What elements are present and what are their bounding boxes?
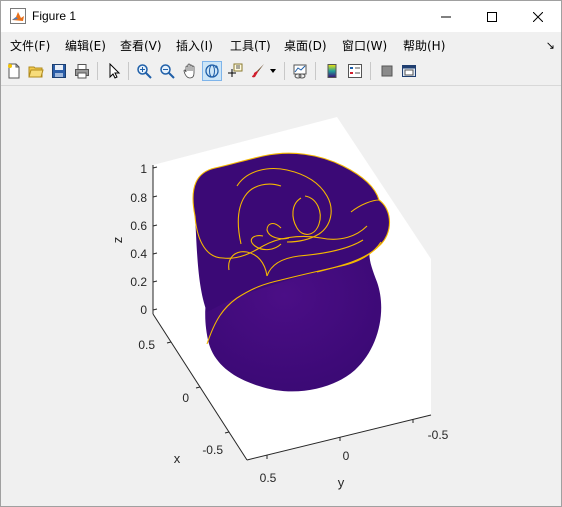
menu-file[interactable]: 文件(F)	[10, 37, 50, 54]
hide-plot-tools-icon	[381, 65, 393, 77]
y-tick-label: 0	[343, 449, 350, 463]
edit-plot-icon	[109, 63, 121, 79]
pan-button[interactable]	[180, 61, 200, 81]
figure-canvas[interactable]: 1 0.8 0.6 0.4 0.2 0 z 0.5 0 -0.5 x 0.5 0…	[1, 86, 561, 506]
menu-help[interactable]: 帮助(H)	[403, 37, 445, 54]
title-bar: Figure 1	[1, 1, 561, 32]
data-cursor-button[interactable]	[225, 61, 245, 81]
x-tick-label: 0	[182, 391, 189, 405]
insert-legend-icon	[348, 64, 362, 78]
toolbar-separator	[284, 62, 285, 80]
new-figure-button[interactable]	[4, 61, 24, 81]
menu-bar: 文件(F) 编辑(E) 查看(V) 插入(I) 工具(T) 桌面(D) 窗口(W…	[1, 32, 561, 58]
z-tick-label: 0.4	[130, 247, 147, 261]
open-file-icon	[28, 66, 44, 78]
new-figure-icon	[8, 63, 20, 79]
insert-colorbar-icon	[327, 64, 337, 78]
show-plot-tools-icon	[402, 65, 416, 77]
menu-view[interactable]: 查看(V)	[120, 37, 162, 54]
y-axis-label: y	[338, 475, 345, 490]
brush-icon	[252, 64, 264, 78]
print-button[interactable]	[72, 61, 92, 81]
axes-3d[interactable]: 1 0.8 0.6 0.4 0.2 0 z 0.5 0 -0.5 x 0.5 0…	[1, 86, 561, 506]
toolbar-separator	[97, 62, 98, 80]
menu-edit[interactable]: 编辑(E)	[65, 37, 106, 54]
pan-icon	[183, 63, 195, 79]
chevron-down-icon	[270, 69, 276, 73]
save-icon	[52, 64, 66, 78]
data-cursor-icon	[228, 63, 243, 77]
close-icon	[533, 11, 543, 22]
link-plot-icon	[293, 64, 307, 79]
link-plot-button[interactable]	[290, 61, 310, 81]
maximize-button[interactable]	[469, 1, 515, 32]
x-axis-label: x	[174, 451, 181, 466]
minimize-button[interactable]	[423, 1, 469, 32]
print-icon	[75, 64, 89, 79]
z-tick-label: 0	[140, 303, 147, 317]
edit-plot-button[interactable]	[104, 61, 124, 81]
y-tick-label: -0.5	[428, 428, 449, 442]
menu-tools[interactable]: 工具(T)	[230, 37, 271, 54]
z-tick-label: 1	[140, 162, 147, 176]
brush-button[interactable]	[248, 61, 268, 81]
insert-colorbar-button[interactable]	[322, 61, 342, 81]
hide-plot-tools-button[interactable]	[377, 61, 397, 81]
maximize-icon	[487, 11, 497, 22]
minimize-icon	[441, 16, 451, 17]
z-tick-label: 0.2	[130, 275, 147, 289]
save-button[interactable]	[49, 61, 69, 81]
menu-desktop[interactable]: 桌面(D)	[284, 37, 327, 54]
zoom-in-button[interactable]	[134, 61, 154, 81]
close-button[interactable]	[515, 1, 561, 32]
z-tick-label: 0.6	[130, 219, 147, 233]
zoom-in-icon	[137, 64, 152, 79]
open-file-button[interactable]	[26, 61, 46, 81]
y-tick-label: 0.5	[260, 471, 277, 485]
menu-insert[interactable]: 插入(I)	[176, 37, 213, 54]
window-title: Figure 1	[32, 9, 77, 23]
toolbar-separator	[315, 62, 316, 80]
figure-toolbar	[1, 58, 561, 86]
x-tick-label: 0.5	[138, 338, 155, 352]
matlab-logo-icon	[10, 8, 26, 24]
figure-window: Figure 1 文件(F) 编辑(E) 查看(V) 插入(I) 工具(T) 桌…	[0, 0, 562, 507]
toolbar-separator	[128, 62, 129, 80]
zoom-out-button[interactable]	[157, 61, 177, 81]
undock-icon[interactable]: ↘	[546, 39, 555, 52]
toolbar-separator	[370, 62, 371, 80]
zoom-out-icon	[160, 64, 175, 79]
rose-surface[interactable]	[192, 152, 391, 392]
z-axis-label: z	[110, 237, 125, 244]
rotate-3d-button[interactable]	[202, 61, 222, 81]
menu-window[interactable]: 窗口(W)	[342, 37, 387, 54]
insert-legend-button[interactable]	[345, 61, 365, 81]
brush-dropdown[interactable]	[267, 61, 279, 81]
z-tick-label: 0.8	[130, 191, 147, 205]
x-tick-label: -0.5	[202, 443, 223, 457]
show-plot-tools-button[interactable]	[399, 61, 419, 81]
rotate-3d-icon	[205, 64, 219, 78]
